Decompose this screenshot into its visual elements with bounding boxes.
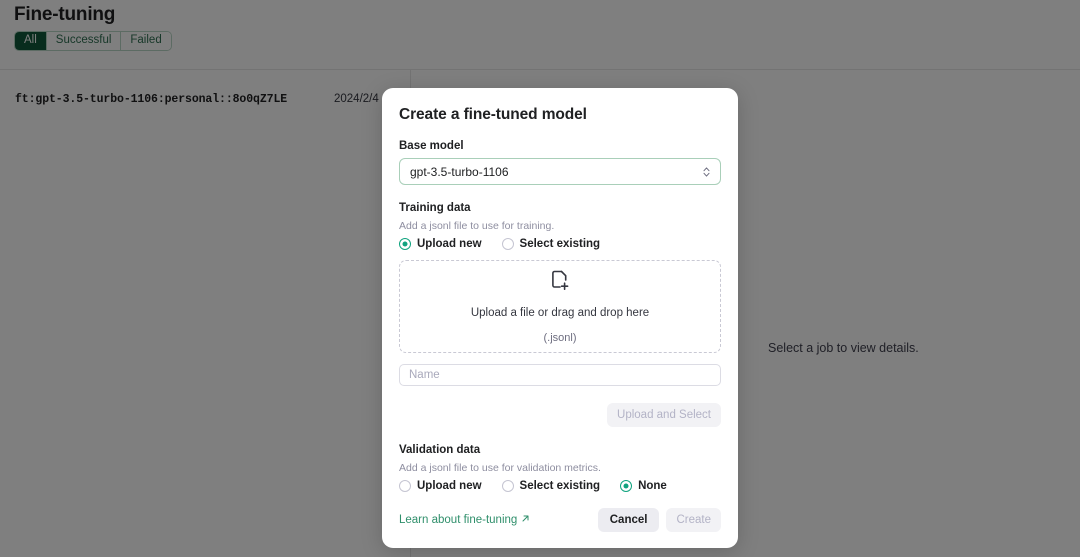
validation-radio-none[interactable]: None xyxy=(620,480,667,492)
validation-data-source-radio-group[interactable]: Upload new Select existing None xyxy=(399,480,721,492)
training-data-section: Training data Add a jsonl file to use fo… xyxy=(399,202,721,232)
base-model-value: gpt-3.5-turbo-1106 xyxy=(410,164,509,179)
validation-radio-none-label: None xyxy=(638,480,667,492)
base-model-label: Base model xyxy=(399,140,464,152)
dialog-footer: Learn about fine-tuning Cancel Create xyxy=(399,508,721,532)
training-radio-select-existing-label: Select existing xyxy=(519,238,601,250)
radio-icon-unselected[interactable] xyxy=(501,480,514,492)
training-radio-upload-new-label: Upload new xyxy=(417,238,482,250)
validation-radio-select-existing-label: Select existing xyxy=(519,480,601,492)
validation-data-help: Add a jsonl file to use for validation m… xyxy=(399,462,601,474)
validation-radio-select-existing[interactable]: Select existing xyxy=(501,480,601,492)
learn-about-fine-tuning-link[interactable]: Learn about fine-tuning xyxy=(399,514,530,526)
training-data-help: Add a jsonl file to use for training. xyxy=(399,220,555,232)
create-fine-tuned-model-dialog: Create a fine-tuned model Base model gpt… xyxy=(382,88,738,548)
file-plus-icon xyxy=(551,270,570,296)
footer-button-group: Cancel Create xyxy=(597,508,721,532)
file-name-input[interactable] xyxy=(399,364,721,386)
validation-radio-upload-new-label: Upload new xyxy=(417,480,482,492)
radio-icon-unselected[interactable] xyxy=(501,238,514,250)
dialog-title: Create a fine-tuned model xyxy=(399,106,587,123)
training-radio-upload-new[interactable]: Upload new xyxy=(399,238,482,250)
upload-and-select-button[interactable]: Upload and Select xyxy=(607,403,721,427)
external-link-icon xyxy=(521,514,530,526)
base-model-select-wrapper: gpt-3.5-turbo-1106 xyxy=(399,158,721,185)
radio-icon-selected[interactable] xyxy=(399,238,411,250)
upload-select-row: Upload and Select xyxy=(399,403,721,427)
create-button[interactable]: Create xyxy=(666,508,721,532)
base-model-select[interactable]: gpt-3.5-turbo-1106 xyxy=(399,158,721,185)
file-dropzone[interactable]: Upload a file or drag and drop here (.js… xyxy=(399,260,721,353)
training-data-source-radio-group[interactable]: Upload new Select existing xyxy=(399,238,721,250)
dropzone-main-text: Upload a file or drag and drop here xyxy=(470,306,650,319)
validation-radio-upload-new[interactable]: Upload new xyxy=(399,480,482,492)
radio-icon-unselected[interactable] xyxy=(399,480,411,492)
learn-link-label: Learn about fine-tuning xyxy=(399,514,518,526)
training-data-label: Training data xyxy=(399,202,471,214)
cancel-button[interactable]: Cancel xyxy=(597,508,660,532)
validation-data-section: Validation data Add a jsonl file to use … xyxy=(399,444,721,474)
radio-icon-selected[interactable] xyxy=(620,480,633,492)
dropzone-file-type-hint: (.jsonl) xyxy=(543,331,577,344)
validation-data-label: Validation data xyxy=(399,444,481,456)
training-radio-select-existing[interactable]: Select existing xyxy=(501,238,601,250)
